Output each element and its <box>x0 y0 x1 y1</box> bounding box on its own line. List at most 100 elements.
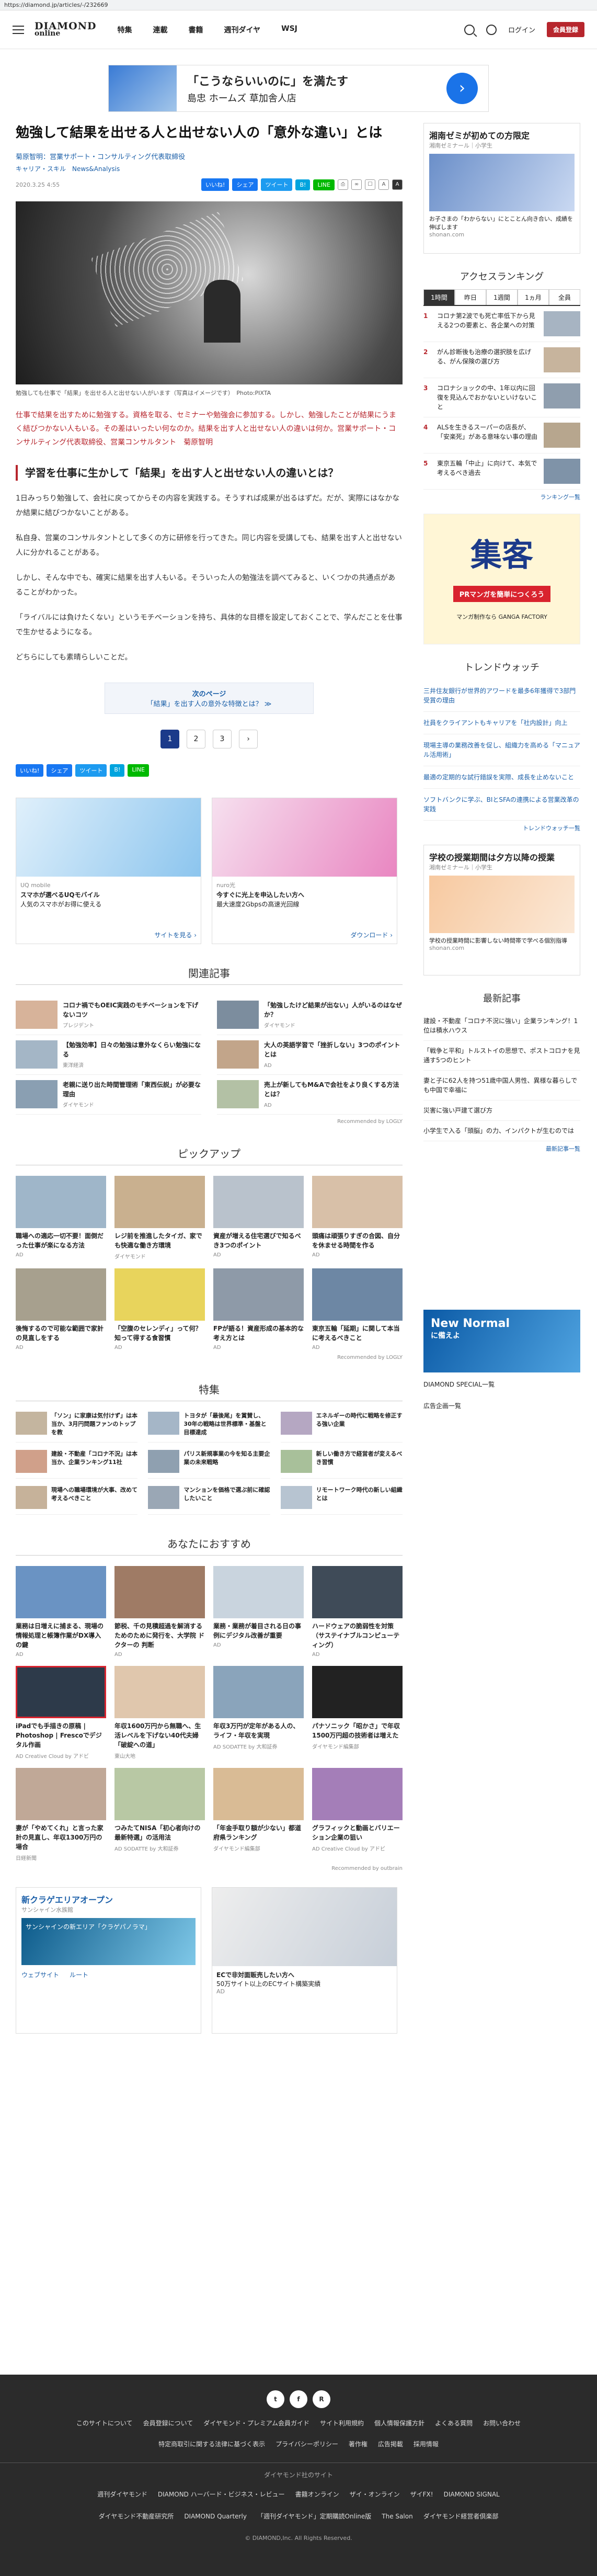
nav-item-feature[interactable]: 特集 <box>118 25 132 35</box>
arrow-right-icon[interactable]: › <box>446 73 478 104</box>
user-icon[interactable] <box>486 24 497 35</box>
trendwatch-item[interactable]: 三井住友銀行が世界的アワードを最多6年獲得で3部門受賞の理由 <box>423 680 580 712</box>
page-2[interactable]: 2 <box>187 730 205 748</box>
address-bar[interactable]: https://diamond.jp/articles/-/232669 <box>0 0 597 10</box>
print-icon[interactable]: ⎙ <box>338 179 348 190</box>
pickup-card[interactable]: 資産が増える住宅選びで知るべき3つのポイント AD <box>213 1176 304 1260</box>
ranking-item[interactable]: 3 コロナショックの中、1年以内に回復を見込んでおかないといけないこと <box>423 378 580 417</box>
ad-card[interactable]: UQ mobile スマホが選べるUQモバイル 人気のスマホがお得に使える サイトを… <box>16 798 201 944</box>
tab-1hour[interactable]: 1時間 <box>423 289 455 305</box>
osusume-card[interactable]: パナソニック「昭かさ」で年収1500万円超の技術者は増えた ダイヤモンド編集部 <box>312 1666 403 1760</box>
footer-link[interactable]: 会員登録について <box>143 2418 193 2429</box>
footer-link[interactable]: 特定商取引に関する法律に基づく表示 <box>158 2438 265 2450</box>
related-item[interactable]: 老親に送り出た時間管理術「東西伝説」が必要な理由 ダイヤモンド <box>16 1075 201 1115</box>
osusume-card[interactable]: 業務は日増えに捕まる、現場の情報処理と帳簿作業がDX導入の鍵 AD <box>16 1566 106 1658</box>
nav-item-books[interactable]: 書籍 <box>189 25 203 35</box>
related-item[interactable]: 「勉強したけど結果が出ない」人がいるのはなぜか？ ダイヤモンド <box>217 995 403 1035</box>
ranking-item[interactable]: 5 東京五輪「中止」に向けて、本気で考えるべき過去 <box>423 453 580 490</box>
newnormal-banner[interactable]: New Normal に備えよ <box>423 1310 580 1372</box>
tab-yesterday[interactable]: 昨日 <box>455 289 486 305</box>
trendwatch-item[interactable]: 現場主導の業務改善を促し、組織力を高める「マニュアル活用術」 <box>423 734 580 766</box>
nav-item-wsj[interactable]: WSJ <box>281 25 297 35</box>
osusume-card[interactable]: iPadでも手描きの原稿 | Photoshop | Frescoでデジタル作画… <box>16 1666 106 1760</box>
footer-site-link[interactable]: 週刊ダイヤモンド <box>97 2489 147 2500</box>
osusume-card[interactable]: 「年金手取り額が少ない」都道府県ランキング ダイヤモンド編集部 <box>213 1768 304 1862</box>
category-tags[interactable]: キャリア・スキル News&Analysis <box>16 164 403 173</box>
footer-site-link[interactable]: ザイFX! <box>410 2489 433 2500</box>
news-more-link[interactable]: 最新記事一覧 <box>423 1144 580 1153</box>
osusume-card[interactable]: 年収1600万円から無職へ、生活レベルを下げない40代夫婦「破綻への道」 東山大地 <box>114 1666 205 1760</box>
special-link[interactable]: DIAMOND SPECIAL一覧 <box>423 1380 580 1389</box>
page-1[interactable]: 1 <box>160 730 179 748</box>
bookmark-icon[interactable]: ☐ <box>365 179 375 190</box>
sidebar-ad[interactable]: 学校の授業期間は夕方以降の授業 湘南ゼミナール｜小学生 学校の授業時間に影響しな… <box>423 845 580 975</box>
adlist-link[interactable]: 広告企画一覧 <box>423 1401 580 1410</box>
facebook-share-button[interactable]: シェア <box>47 764 73 777</box>
feature-item[interactable]: 「ソン」に家康は気付けず」は本当か、3月円問題ファンのトップを教 <box>16 1412 138 1443</box>
register-button[interactable]: 会員登録 <box>546 22 584 37</box>
news-item[interactable]: 建設・不動産「コロナ不況に強い」企業ランキング！1位は積水ハウス <box>423 1011 580 1041</box>
trendwatch-item[interactable]: 最適の定期的な試行錯誤を実際、成長を止めないこと <box>423 766 580 789</box>
pickup-card[interactable]: 頭痛は頑張りすぎの合図、自分を休ませる時間を作る AD <box>312 1176 403 1260</box>
related-item[interactable]: コロナ禍でもOEIC実践のモチベーションを下げないコツ プレジデント <box>16 995 201 1035</box>
font-small-button[interactable]: A <box>378 179 389 190</box>
footer-site-link[interactable]: 書籍オンライン <box>295 2489 339 2500</box>
ad-cta[interactable]: サイトを見る › <box>154 930 197 939</box>
pickup-card[interactable]: 職場への適応一切不要！面倒だった仕事が楽になる方法 AD <box>16 1176 106 1260</box>
rss-icon[interactable]: R <box>313 2390 330 2408</box>
feature-item[interactable]: マンションを価格で選ぶ前に確認したいこと <box>148 1486 270 1515</box>
nav-item-series[interactable]: 連載 <box>153 25 168 35</box>
trendwatch-item[interactable]: 社員をクライアントもキャリアを「社内設計」向上 <box>423 712 580 734</box>
footer-site-link[interactable]: ダイヤモンド不動産研究所 <box>99 2511 174 2522</box>
facebook-share-button[interactable]: シェア <box>232 178 258 191</box>
feature-item[interactable]: 現場への職場環境が大事、改めて考えるべきこと <box>16 1486 138 1515</box>
news-item[interactable]: 「戦争と平和」トルストイの思想で、ポストコロナを見通す5つのヒント <box>423 1041 580 1071</box>
link-icon[interactable]: ∞ <box>351 179 362 190</box>
feature-item[interactable]: パリス新規事業の今を知る主要企業の未来戦略 <box>148 1450 270 1479</box>
news-item[interactable]: 妻と子に62人を持つ51歳中国人男性、異様な暮らしでも中国で幸福に <box>423 1071 580 1100</box>
related-item[interactable]: 大人の英語学習で「挫折しない」3つのポイントとは AD <box>217 1035 403 1075</box>
aquarium-ad[interactable]: 新クラゲエリアオープン サンシャイン水族館 サンシャインの新エリア「クラゲパノラ… <box>16 1887 201 2034</box>
footer-link[interactable]: プライバシーポリシー <box>275 2438 338 2450</box>
news-item[interactable]: 小学生で入る「頭脳」の力、インパクトが生むのでは <box>423 1121 580 1141</box>
ranking-item[interactable]: 2 がん診断後も治療の選択肢を広げる、がん保険の選び方 <box>423 342 580 378</box>
osusume-card[interactable]: 妻が「やめてくれ」と言った家計の見直し、年収1300万円の場合 日経新聞 <box>16 1768 106 1862</box>
osusume-card[interactable]: グラフィックと動画とバリエーション企業の狙い AD Creative Cloud … <box>312 1768 403 1862</box>
ad-card[interactable]: nuro光 今すぐに光上を申込したい方へ 最大速度2Gbpsの高速光回線 ダウンロー… <box>212 798 397 944</box>
sidebar-ad[interactable]: 湘南ゼミが初めての方限定 湘南ゼミナール｜小学生 お子さまの「わからない」にとこ… <box>423 123 580 254</box>
footer-site-link[interactable]: DIAMOND Quarterly <box>184 2511 247 2522</box>
feature-item[interactable]: トヨタが「最後尾」を賞賛し、30年の戦略は世界標準・基盤と目標達成 <box>148 1412 270 1443</box>
osusume-card[interactable]: 節税、千の見積超過を解消するためのために発行を、大学院 ドクターの 判断 AD <box>114 1566 205 1658</box>
related-item[interactable]: 売上が新してもM&Aで会社をより良くする方法とは？ AD <box>217 1075 403 1115</box>
page-3[interactable]: 3 <box>213 730 232 748</box>
footer-link[interactable]: 採用情報 <box>414 2438 439 2450</box>
trendwatch-more-link[interactable]: トレンドウォッチ一覧 <box>423 824 580 832</box>
author-link[interactable]: 菊原智明：営業サポート・コンサルティング代表取締役 <box>16 151 403 161</box>
footer-link[interactable]: このサイトについて <box>76 2418 133 2429</box>
footer-site-link[interactable]: ザイ・オンライン <box>350 2489 400 2500</box>
tab-members[interactable]: 全員 <box>549 289 580 305</box>
osusume-card[interactable]: 年収3万円が定年がある人の、ライフ・年収を実現 AD SODATTE by 大和証… <box>213 1666 304 1760</box>
feature-item[interactable]: エネルギーの時代に戦略を修正する強い企業 <box>280 1412 403 1443</box>
hatena-button[interactable]: B! <box>110 764 125 777</box>
ec-ad[interactable]: ECで非対面販売したい方へ 50万サイト以上のECサイト構築実績 AD <box>212 1887 397 2034</box>
next-page-link[interactable]: 次のページ 「結果」を出す人の意外な特徴とは？ ≫ <box>105 683 314 714</box>
ad-cta[interactable]: ダウンロード › <box>350 930 393 939</box>
osusume-card[interactable]: 業務・業務が着目される日の事例にデジタル改善が重要 AD <box>213 1566 304 1658</box>
footer-site-link[interactable]: DIAMOND ハーバード・ビジネス・レビュー <box>158 2489 285 2500</box>
pickup-card[interactable]: 「空腹のセレンディ」って何？知って得する食習慣 AD <box>114 1268 205 1351</box>
feature-item[interactable]: 建設・不動産「コロナ不況」は本当か、企業ランキング11社 <box>16 1450 138 1479</box>
footer-link[interactable]: 個人情報保護方針 <box>374 2418 424 2429</box>
manga-ad[interactable]: 集客 PRマンガを簡単につくろう マンガ制作なら GANGA FACTORY <box>423 514 580 644</box>
pickup-card[interactable]: 後悔するので可能な範囲で家計の見直しをする AD <box>16 1268 106 1351</box>
route-button[interactable]: ルート <box>70 1970 88 1979</box>
twitter-icon[interactable]: t <box>267 2390 284 2408</box>
ranking-more-link[interactable]: ランキング一覧 <box>423 493 580 501</box>
tweet-button[interactable]: ツイート <box>261 178 293 191</box>
nav-item-weekly[interactable]: 週刊ダイヤ <box>224 25 261 35</box>
footer-site-link[interactable]: DIAMOND SIGNAL <box>444 2489 500 2500</box>
website-button[interactable]: ウェブサイト <box>21 1970 59 1979</box>
osusume-card[interactable]: つみたてNISA「初心者向けの最新特選」の活用法 AD SODATTE by 大和… <box>114 1768 205 1862</box>
tab-1month[interactable]: 1ヵ月 <box>518 289 549 305</box>
tab-1week[interactable]: 1週間 <box>486 289 518 305</box>
